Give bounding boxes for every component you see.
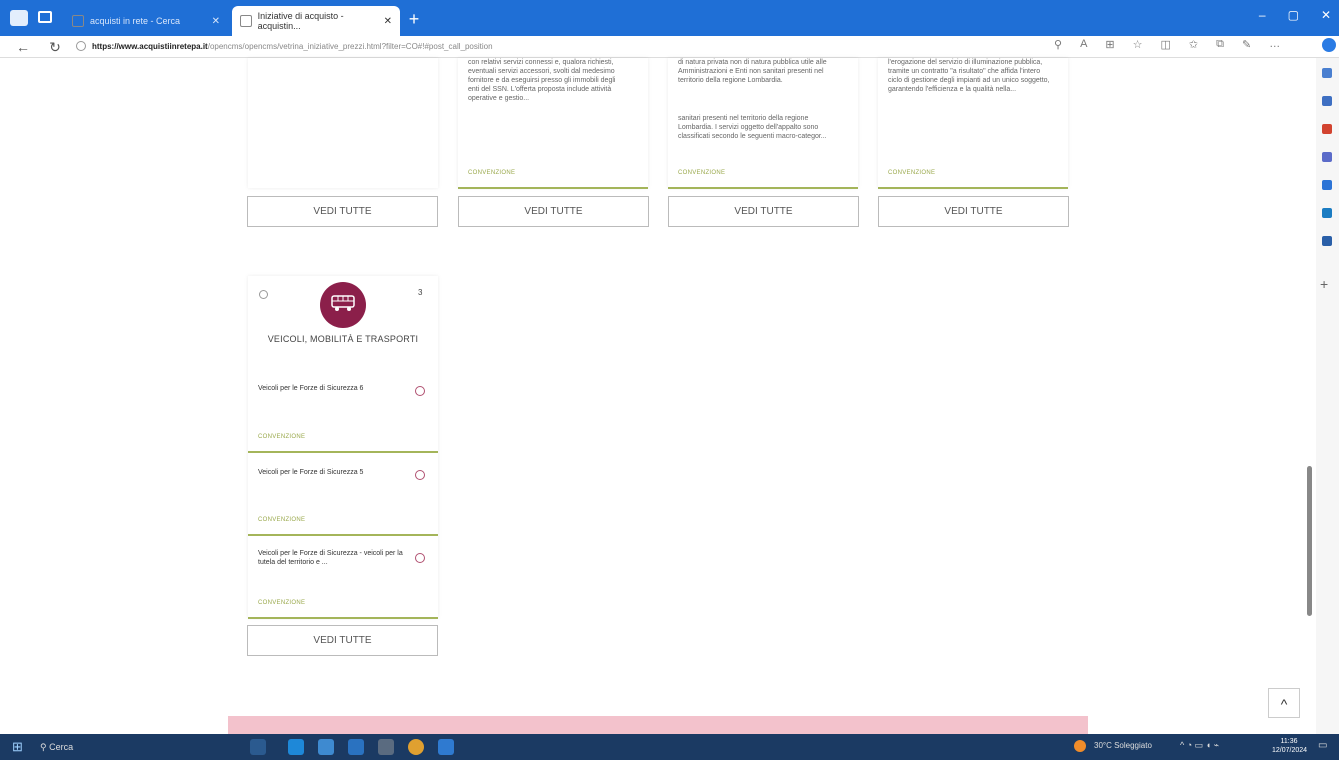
convenzione-link[interactable]: CONVENZIONE [258, 517, 305, 523]
clock-time: 11:36 [1280, 738, 1298, 745]
convenzione-link[interactable]: CONVENZIONE [258, 434, 305, 440]
edge-taskbar-icon[interactable] [288, 739, 304, 755]
card-description: sanitari presenti nel territorio della r… [678, 115, 827, 140]
card-convenzione-link[interactable]: CONVENZIONE [888, 170, 935, 176]
initiative-title[interactable]: Veicoli per le Forze di Sicurezza 5 [258, 468, 408, 477]
vedi-tutte-button[interactable]: VEDI TUTTE [247, 196, 438, 227]
task-view-icon[interactable] [250, 739, 266, 755]
taskbar-search-label: Cerca [49, 742, 74, 752]
initiative-title[interactable]: Veicoli per le Forze di Sicurezza 6 [258, 384, 408, 393]
convenzione-link[interactable]: CONVENZIONE [258, 600, 305, 606]
info-icon[interactable] [259, 290, 268, 299]
card-divider [878, 187, 1068, 189]
item-divider [248, 534, 438, 536]
tab-iniziative[interactable]: Iniziative di acquisto - acquistin... ✕ [232, 6, 400, 36]
page-favicon-icon [240, 15, 252, 27]
taskbar-search[interactable]: ⚲ Cerca [40, 738, 226, 756]
item-divider [248, 451, 438, 453]
card-convenzione-link[interactable]: CONVENZIONE [678, 170, 725, 176]
browser-toolbar-icons: ⚲ A ⊞ ☆ ◫ ✩ ⧉ ✎ … [1054, 38, 1280, 51]
card-column-2: con relativi servizi connessi e, qualora… [458, 58, 648, 188]
url-host: https://www.acquistiinretepa.it [92, 42, 208, 51]
sidebar-people-icon[interactable] [1322, 152, 1332, 162]
window-controls: – ▢ ✕ [1259, 8, 1331, 22]
vedi-tutte-button[interactable]: VEDI TUTTE [878, 196, 1069, 227]
mail-icon[interactable] [348, 739, 364, 755]
extensions-icon[interactable]: ✎ [1242, 38, 1251, 51]
tab-label: acquisti in rete - Cerca [90, 16, 181, 26]
app-available-icon[interactable]: ⊞ [1105, 38, 1114, 51]
card-divider [458, 187, 648, 189]
bus-icon [331, 295, 355, 311]
sidebar-shopping-icon[interactable] [1322, 96, 1332, 106]
tab-actions-icon[interactable] [38, 11, 52, 23]
copilot-icon[interactable] [1322, 38, 1336, 52]
more-menu-icon[interactable]: … [1269, 38, 1280, 51]
taskbar-clock[interactable]: 11:36 12/07/2024 [1272, 737, 1308, 755]
card-divider [668, 187, 858, 189]
app-icon[interactable] [378, 739, 394, 755]
search-icon: ⚲ [40, 742, 47, 752]
page-scrollbar[interactable] [1307, 466, 1312, 616]
card-description-head: di natura privata non di natura pubblica… [678, 59, 827, 84]
weather-label[interactable]: 30°C Soleggiato [1094, 741, 1152, 750]
footer-banner [228, 716, 1088, 734]
windows-start-icon[interactable]: ⊞ [12, 740, 26, 754]
new-tab-button[interactable]: + [404, 9, 424, 29]
card-convenzione-link[interactable]: CONVENZIONE [468, 170, 515, 176]
vedi-tutte-button[interactable]: VEDI TUTTE [247, 625, 438, 656]
teams-icon[interactable] [438, 739, 454, 755]
system-tray-icons[interactable]: ^ ◔ ▭ ◖ ⌁ [1180, 740, 1219, 751]
url-path: /opencms/opencms/vetrina_iniziative_prez… [207, 42, 493, 51]
sidebar-web-icon[interactable] [1322, 236, 1332, 246]
split-screen-icon[interactable]: ◫ [1161, 38, 1171, 51]
profile-icon[interactable] [10, 10, 28, 26]
tab-label: Iniziative di acquisto - acquistin... [257, 11, 344, 31]
favorite-star-icon[interactable]: ☆ [1133, 38, 1143, 51]
search-favicon-icon [72, 15, 84, 27]
refresh-button[interactable]: ↻ [46, 36, 64, 58]
card-column-3: di natura privata non di natura pubblica… [668, 58, 858, 188]
favorites-icon[interactable]: ✩ [1189, 38, 1198, 51]
initiative-title[interactable]: Veicoli per le Forze di Sicurezza - veic… [258, 549, 408, 567]
clock-date: 12/07/2024 [1272, 747, 1308, 754]
card-column-4: l'erogazione del servizio di illuminazio… [878, 58, 1068, 188]
item-status-icon [415, 386, 425, 396]
weather-icon[interactable] [1074, 740, 1086, 752]
file-explorer-icon[interactable] [318, 739, 334, 755]
site-info-icon[interactable] [76, 41, 86, 51]
vedi-tutte-button[interactable]: VEDI TUTTE [668, 196, 859, 227]
card-description: l'erogazione del servizio di illuminazio… [888, 59, 1050, 93]
collections-icon[interactable]: ⧉ [1216, 38, 1224, 51]
close-tab-icon[interactable]: ✕ [384, 16, 392, 27]
sidebar-search-icon[interactable] [1322, 68, 1332, 78]
initiative-count: 3 [418, 288, 423, 297]
card-description: con relativi servizi connessi e, qualora… [468, 59, 616, 102]
item-status-icon [415, 553, 425, 563]
back-button[interactable]: ← [14, 36, 32, 58]
tab-search[interactable]: acquisti in rete - Cerca ✕ [64, 6, 228, 36]
sidebar-office-icon[interactable] [1322, 180, 1332, 190]
close-window-button[interactable]: ✕ [1321, 8, 1331, 22]
minimize-button[interactable]: – [1259, 8, 1266, 22]
url-field[interactable]: https://www.acquistiinretepa.it/opencms/… [92, 39, 792, 55]
maximize-button[interactable]: ▢ [1288, 8, 1299, 22]
sidebar-add-icon[interactable]: + [1320, 276, 1328, 292]
back-to-top-button[interactable]: ^ [1268, 688, 1300, 718]
sidebar-outlook-icon[interactable] [1322, 208, 1332, 218]
category-title: VEICOLI, MOBILITÀ E TRASPORTI [267, 334, 419, 344]
sidebar-tools-icon[interactable] [1322, 124, 1332, 134]
zoom-icon[interactable]: ⚲ [1054, 38, 1062, 51]
chrome-icon[interactable] [408, 739, 424, 755]
notifications-icon[interactable]: ▭ [1318, 740, 1327, 751]
card-column-1 [248, 58, 438, 188]
read-aloud-icon[interactable]: A [1080, 38, 1087, 51]
item-divider [248, 617, 438, 619]
close-tab-icon[interactable]: ✕ [212, 16, 220, 27]
item-status-icon [415, 470, 425, 480]
vedi-tutte-button[interactable]: VEDI TUTTE [458, 196, 649, 227]
